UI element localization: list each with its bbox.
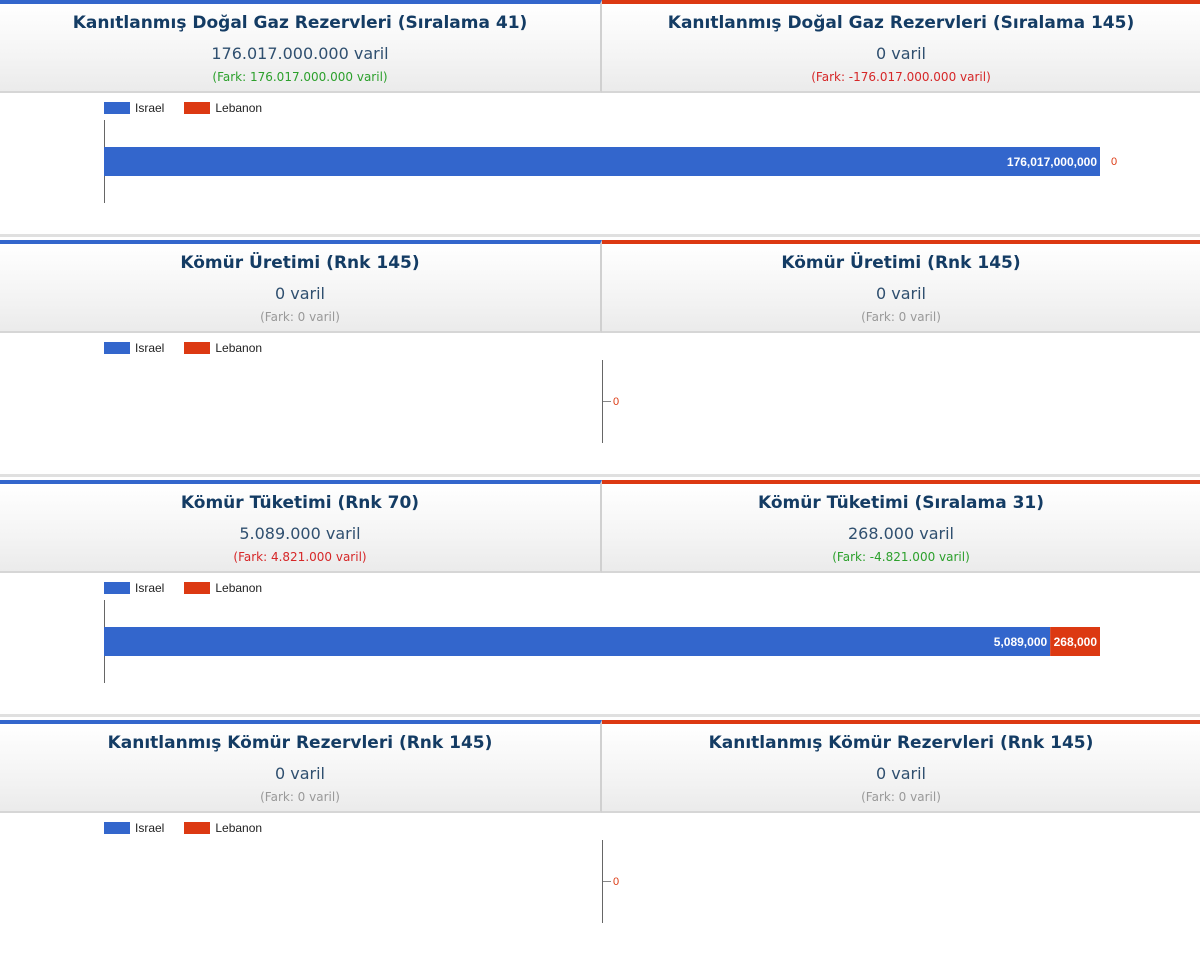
bar-value-label: 0 <box>613 396 619 408</box>
israel-stat-panel: Kömür Tüketimi (Rnk 70) 5.089.000 varil (F… <box>0 480 602 573</box>
bar-chart: 0 <box>602 840 619 923</box>
comparison-header: Kömür Tüketimi (Rnk 70) 5.089.000 varil (F… <box>0 480 1200 573</box>
lebanon-stat-panel: Kömür Üretimi (Rnk 145) 0 varil (Fark: 0 v… <box>602 240 1200 333</box>
stat-value: 0 varil <box>274 764 325 783</box>
bar-chart: 0 <box>602 360 619 443</box>
bar-israel <box>104 147 1100 176</box>
lebanon-stat-panel: Kanıtlanmış Doğal Gaz Rezervleri (Sırala… <box>602 0 1200 93</box>
bar-value-label: 0 <box>1111 156 1117 168</box>
israel-stat-panel: Kanıtlanmış Doğal Gaz Rezervleri (Sırala… <box>0 0 602 93</box>
comparison-header: Kanıtlanmış Doğal Gaz Rezervleri (Sırala… <box>0 0 1200 93</box>
stat-difference: (Fark: 4.821.000 varil) <box>233 550 367 564</box>
bar-value-label: 0 <box>613 876 619 888</box>
stat-value: 176.017.000.000 varil <box>211 44 389 63</box>
comparison-section: Kanıtlanmış Kömür Rezervleri (Rnk 145) 0 … <box>0 720 1200 960</box>
stat-title: Kanıtlanmış Doğal Gaz Rezervleri (Sırala… <box>667 13 1135 33</box>
lebanon-stat-panel: Kanıtlanmış Kömür Rezervleri (Rnk 145) 0 … <box>602 720 1200 813</box>
comparison-header: Kanıtlanmış Kömür Rezervleri (Rnk 145) 0 … <box>0 720 1200 813</box>
stat-value: 0 varil <box>274 284 325 303</box>
stat-value: 0 varil <box>875 764 926 783</box>
stat-difference: (Fark: 0 varil) <box>861 310 941 324</box>
bar-value-label: 5,089,000 <box>994 635 1048 649</box>
bar-chart: 5,089,000 268,000 <box>104 600 1100 683</box>
stat-difference: (Fark: -176.017.000.000 varil) <box>811 70 991 84</box>
stat-value: 0 varil <box>875 44 926 63</box>
section-divider <box>0 234 1200 237</box>
comparison-section: Kömür Üretimi (Rnk 145) 0 varil (Fark: 0 v… <box>0 240 1200 480</box>
stat-difference: (Fark: 0 varil) <box>260 310 340 324</box>
stat-title: Kömür Üretimi (Rnk 145) <box>781 253 1021 273</box>
bar-value-label: 268,000 <box>1054 635 1098 649</box>
stat-value: 268.000 varil <box>848 524 954 543</box>
stat-title: Kanıtlanmış Kömür Rezervleri (Rnk 145) <box>107 733 493 753</box>
israel-stat-panel: Kömür Üretimi (Rnk 145) 0 varil (Fark: 0 v… <box>0 240 602 333</box>
comparison-section: Kömür Tüketimi (Rnk 70) 5.089.000 varil (F… <box>0 480 1200 720</box>
bar-israel <box>104 627 1051 656</box>
stat-title: Kömür Tüketimi (Rnk 70) <box>180 493 420 513</box>
israel-stat-panel: Kanıtlanmış Kömür Rezervleri (Rnk 145) 0 … <box>0 720 602 813</box>
stat-title: Kömür Tüketimi (Sıralama 31) <box>757 493 1045 513</box>
stat-difference: (Fark: 0 varil) <box>260 790 340 804</box>
comparison-section: Kanıtlanmış Doğal Gaz Rezervleri (Sırala… <box>0 0 1200 240</box>
stat-title: Kömür Üretimi (Rnk 145) <box>180 253 420 273</box>
stat-value: 0 varil <box>875 284 926 303</box>
lebanon-stat-panel: Kömür Tüketimi (Sıralama 31) 268.000 vari… <box>602 480 1200 573</box>
stat-difference: (Fark: 176.017.000.000 varil) <box>212 70 388 84</box>
stat-value: 5.089.000 varil <box>239 524 361 543</box>
section-divider <box>0 714 1200 717</box>
stat-title: Kanıtlanmış Kömür Rezervleri (Rnk 145) <box>708 733 1094 753</box>
stat-difference: (Fark: 0 varil) <box>861 790 941 804</box>
bar-value-label: 176,017,000,000 <box>1007 155 1097 169</box>
bar-chart: 176,017,000,000 0 <box>104 120 1117 203</box>
comparison-header: Kömür Üretimi (Rnk 145) 0 varil (Fark: 0 v… <box>0 240 1200 333</box>
stat-difference: (Fark: -4.821.000 varil) <box>832 550 970 564</box>
section-divider <box>0 474 1200 477</box>
stat-title: Kanıtlanmış Doğal Gaz Rezervleri (Sırala… <box>72 13 528 33</box>
